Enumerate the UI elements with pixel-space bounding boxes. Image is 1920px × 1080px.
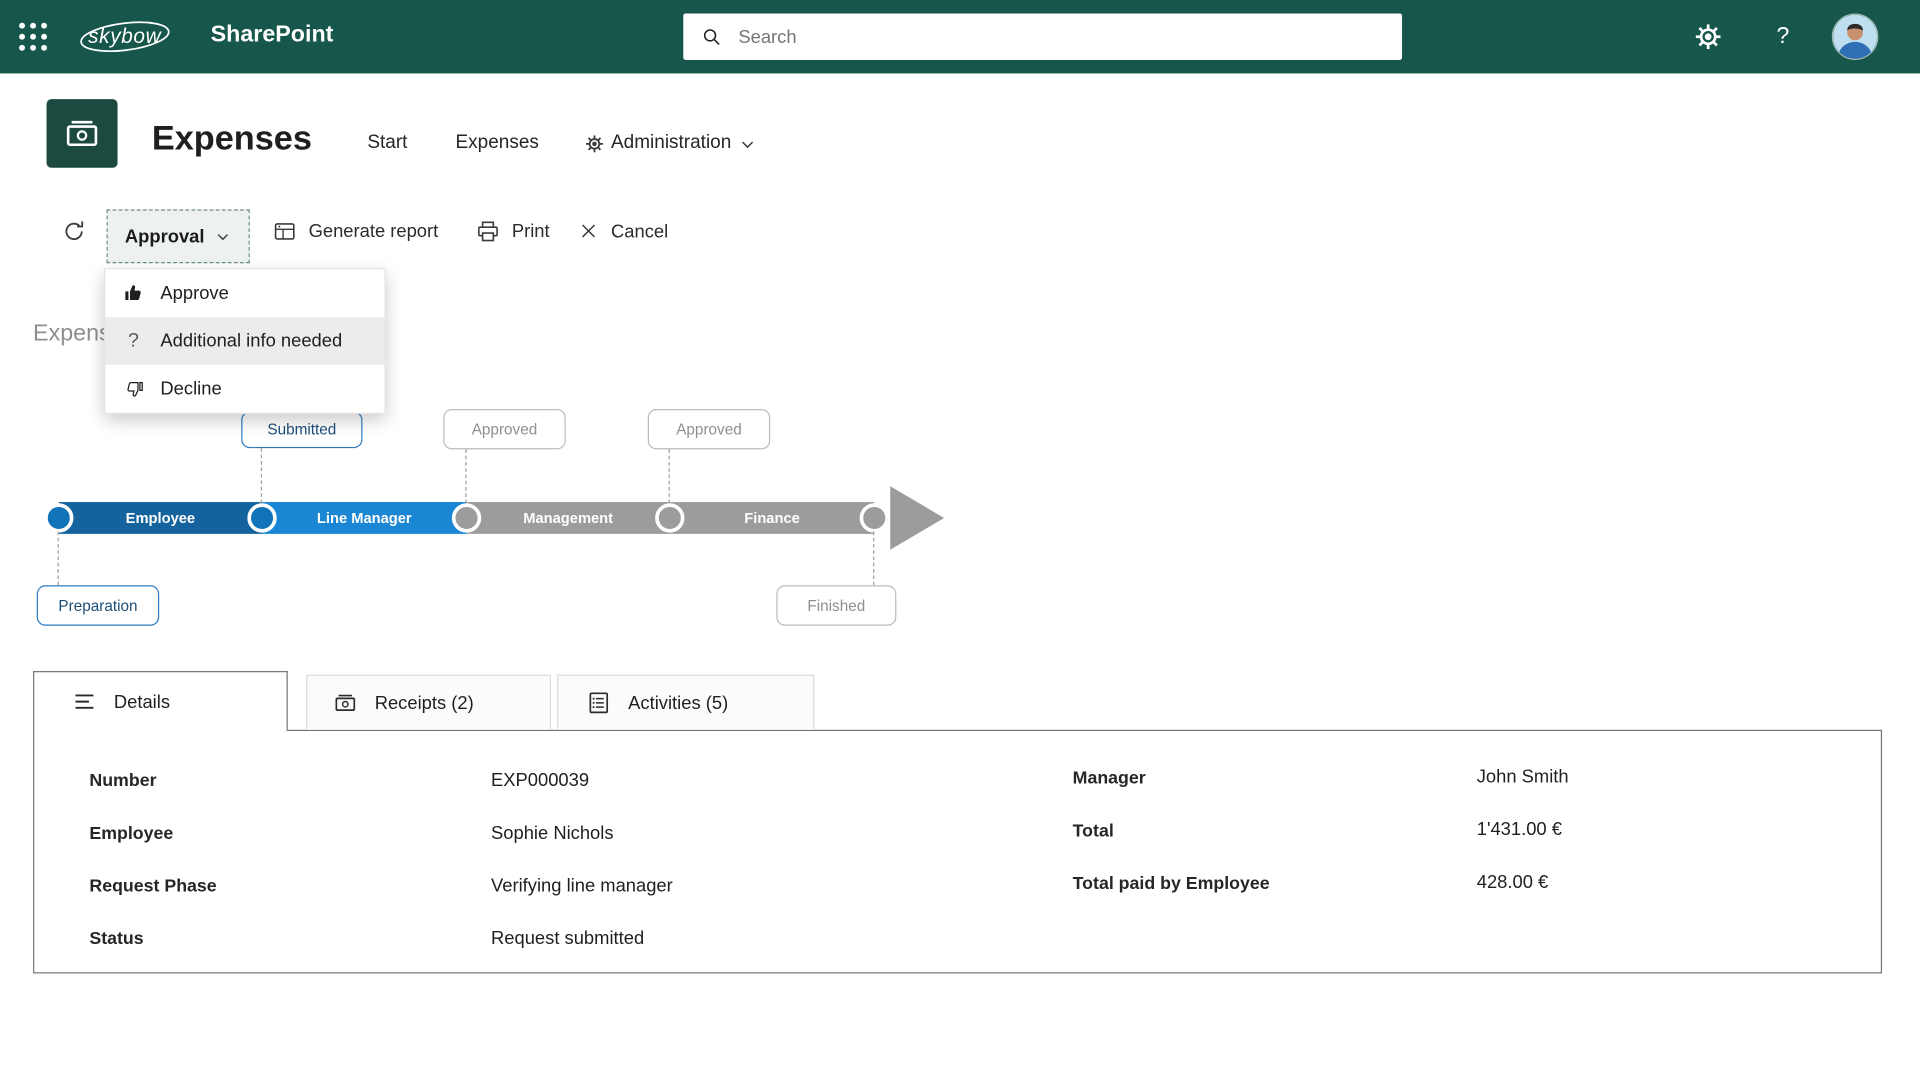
cancel-button[interactable]: Cancel [578,220,668,242]
app-launcher-waffle-icon[interactable] [16,20,50,54]
thumbs-up-icon [120,280,147,307]
tab-activities[interactable]: Activities (5) [557,675,814,730]
approval-dropdown-button[interactable]: Approval [107,209,250,263]
site-title: Expenses [152,119,312,158]
help-icon[interactable]: ? [1768,22,1797,51]
close-icon [578,220,600,242]
field-label-total-paid-by-employee: Total paid by Employee [1073,874,1270,898]
tab-receipts-label: Receipts (2) [375,692,474,713]
cancel-label: Cancel [611,221,668,242]
search-input[interactable] [736,25,1402,48]
milestone-finished: Finished [776,585,896,625]
tab-activities-label: Activities (5) [628,692,728,713]
tab-details-label: Details [114,691,170,712]
menu-item-approve[interactable]: Approve [105,269,384,317]
activity-list-icon [585,689,612,716]
approval-dropdown-menu: Approve ? Additional info needed Decline [104,268,386,414]
connector-finished [873,531,874,585]
field-value-number: EXP000039 [491,770,589,794]
details-panel: Number EXP000039 Employee Sophie Nichols… [33,730,1882,974]
chevron-down-icon [214,228,231,245]
nav-administration-label: Administration [611,132,731,154]
suite-bar: skybow SharePoint ? [0,0,1920,73]
workflow-dot-1 [44,503,73,532]
generate-report-label: Generate report [309,221,439,242]
nav-expenses-label: Expenses [456,132,539,154]
nav-item-expenses[interactable]: Expenses [456,132,539,154]
report-icon [272,219,298,245]
tab-details[interactable]: Details [33,671,288,731]
field-value-employee: Sophie Nichols [491,823,614,847]
thumbs-down-icon [120,375,147,402]
workflow-dot-4 [655,503,684,532]
field-value-total-paid-by-employee: 428.00 € [1477,872,1548,896]
field-label-number: Number [89,771,156,795]
menu-item-decline[interactable]: Decline [105,365,384,413]
nav-item-start[interactable]: Start [367,132,407,154]
settings-gear-icon[interactable] [1693,22,1722,51]
generate-report-button[interactable]: Generate report [272,219,438,245]
milestone-preparation: Preparation [37,585,159,625]
workflow-stage-employee: Employee [59,502,262,534]
chevron-down-icon [739,134,757,152]
workflow-stage-line-manager: Line Manager [262,502,466,534]
menu-item-additional-info-needed[interactable]: ? Additional info needed [105,317,384,365]
connector-preparation [58,531,59,585]
list-lines-icon [71,688,98,715]
connector-submitted [261,448,262,503]
question-icon: ? [120,328,147,355]
workflow-stage-management: Management [467,502,670,534]
skybow-logo: skybow [76,17,174,56]
print-label: Print [512,221,550,242]
banknote-icon [332,689,359,716]
nav-start-label: Start [367,132,407,154]
workflow-dot-3 [452,503,481,532]
search-icon [700,25,723,48]
page: skybow SharePoint ? [0,0,1920,1080]
search-box[interactable] [683,13,1402,60]
menu-item-additional-info-label: Additional info needed [160,331,342,352]
connector-approved-2 [669,449,670,503]
tab-receipts[interactable]: Receipts (2) [306,675,551,730]
milestone-approved-1: Approved [443,409,565,449]
milestone-submitted: Submitted [241,411,362,448]
field-label-employee: Employee [89,824,173,848]
refresh-button[interactable] [61,219,87,245]
gear-icon [585,134,603,152]
refresh-icon [61,219,87,245]
approval-button-label: Approval [125,226,205,247]
command-toolbar: Approval Generate report [0,196,1920,267]
skybow-logo-text: skybow [88,24,161,48]
printer-icon [475,219,501,245]
print-button[interactable]: Print [475,219,550,245]
sharepoint-brand-link[interactable]: SharePoint [211,22,334,49]
workflow-dot-2 [247,503,276,532]
site-header: Expenses Start Expenses Administration [0,73,1920,195]
field-value-manager: John Smith [1477,767,1569,791]
field-label-request-phase: Request Phase [89,877,216,901]
expenses-app-banknote-icon[interactable] [47,99,118,168]
connector-approved-1 [465,449,466,503]
field-label-status: Status [89,929,143,953]
milestone-approved-2: Approved [648,409,770,449]
workflow-stage-finance: Finance [670,502,874,534]
field-label-manager: Manager [1073,769,1146,793]
field-value-request-phase: Verifying line manager [491,876,673,900]
workflow-arrow-head [890,486,944,550]
menu-item-approve-label: Approve [160,283,228,304]
workflow-dot-5 [860,503,889,532]
menu-item-decline-label: Decline [160,378,221,399]
user-avatar[interactable] [1832,13,1879,60]
field-value-status: Request submitted [491,928,644,952]
field-label-total: Total [1073,822,1114,846]
nav-item-administration[interactable]: Administration [585,132,757,154]
field-value-total: 1'431.00 € [1477,819,1562,843]
